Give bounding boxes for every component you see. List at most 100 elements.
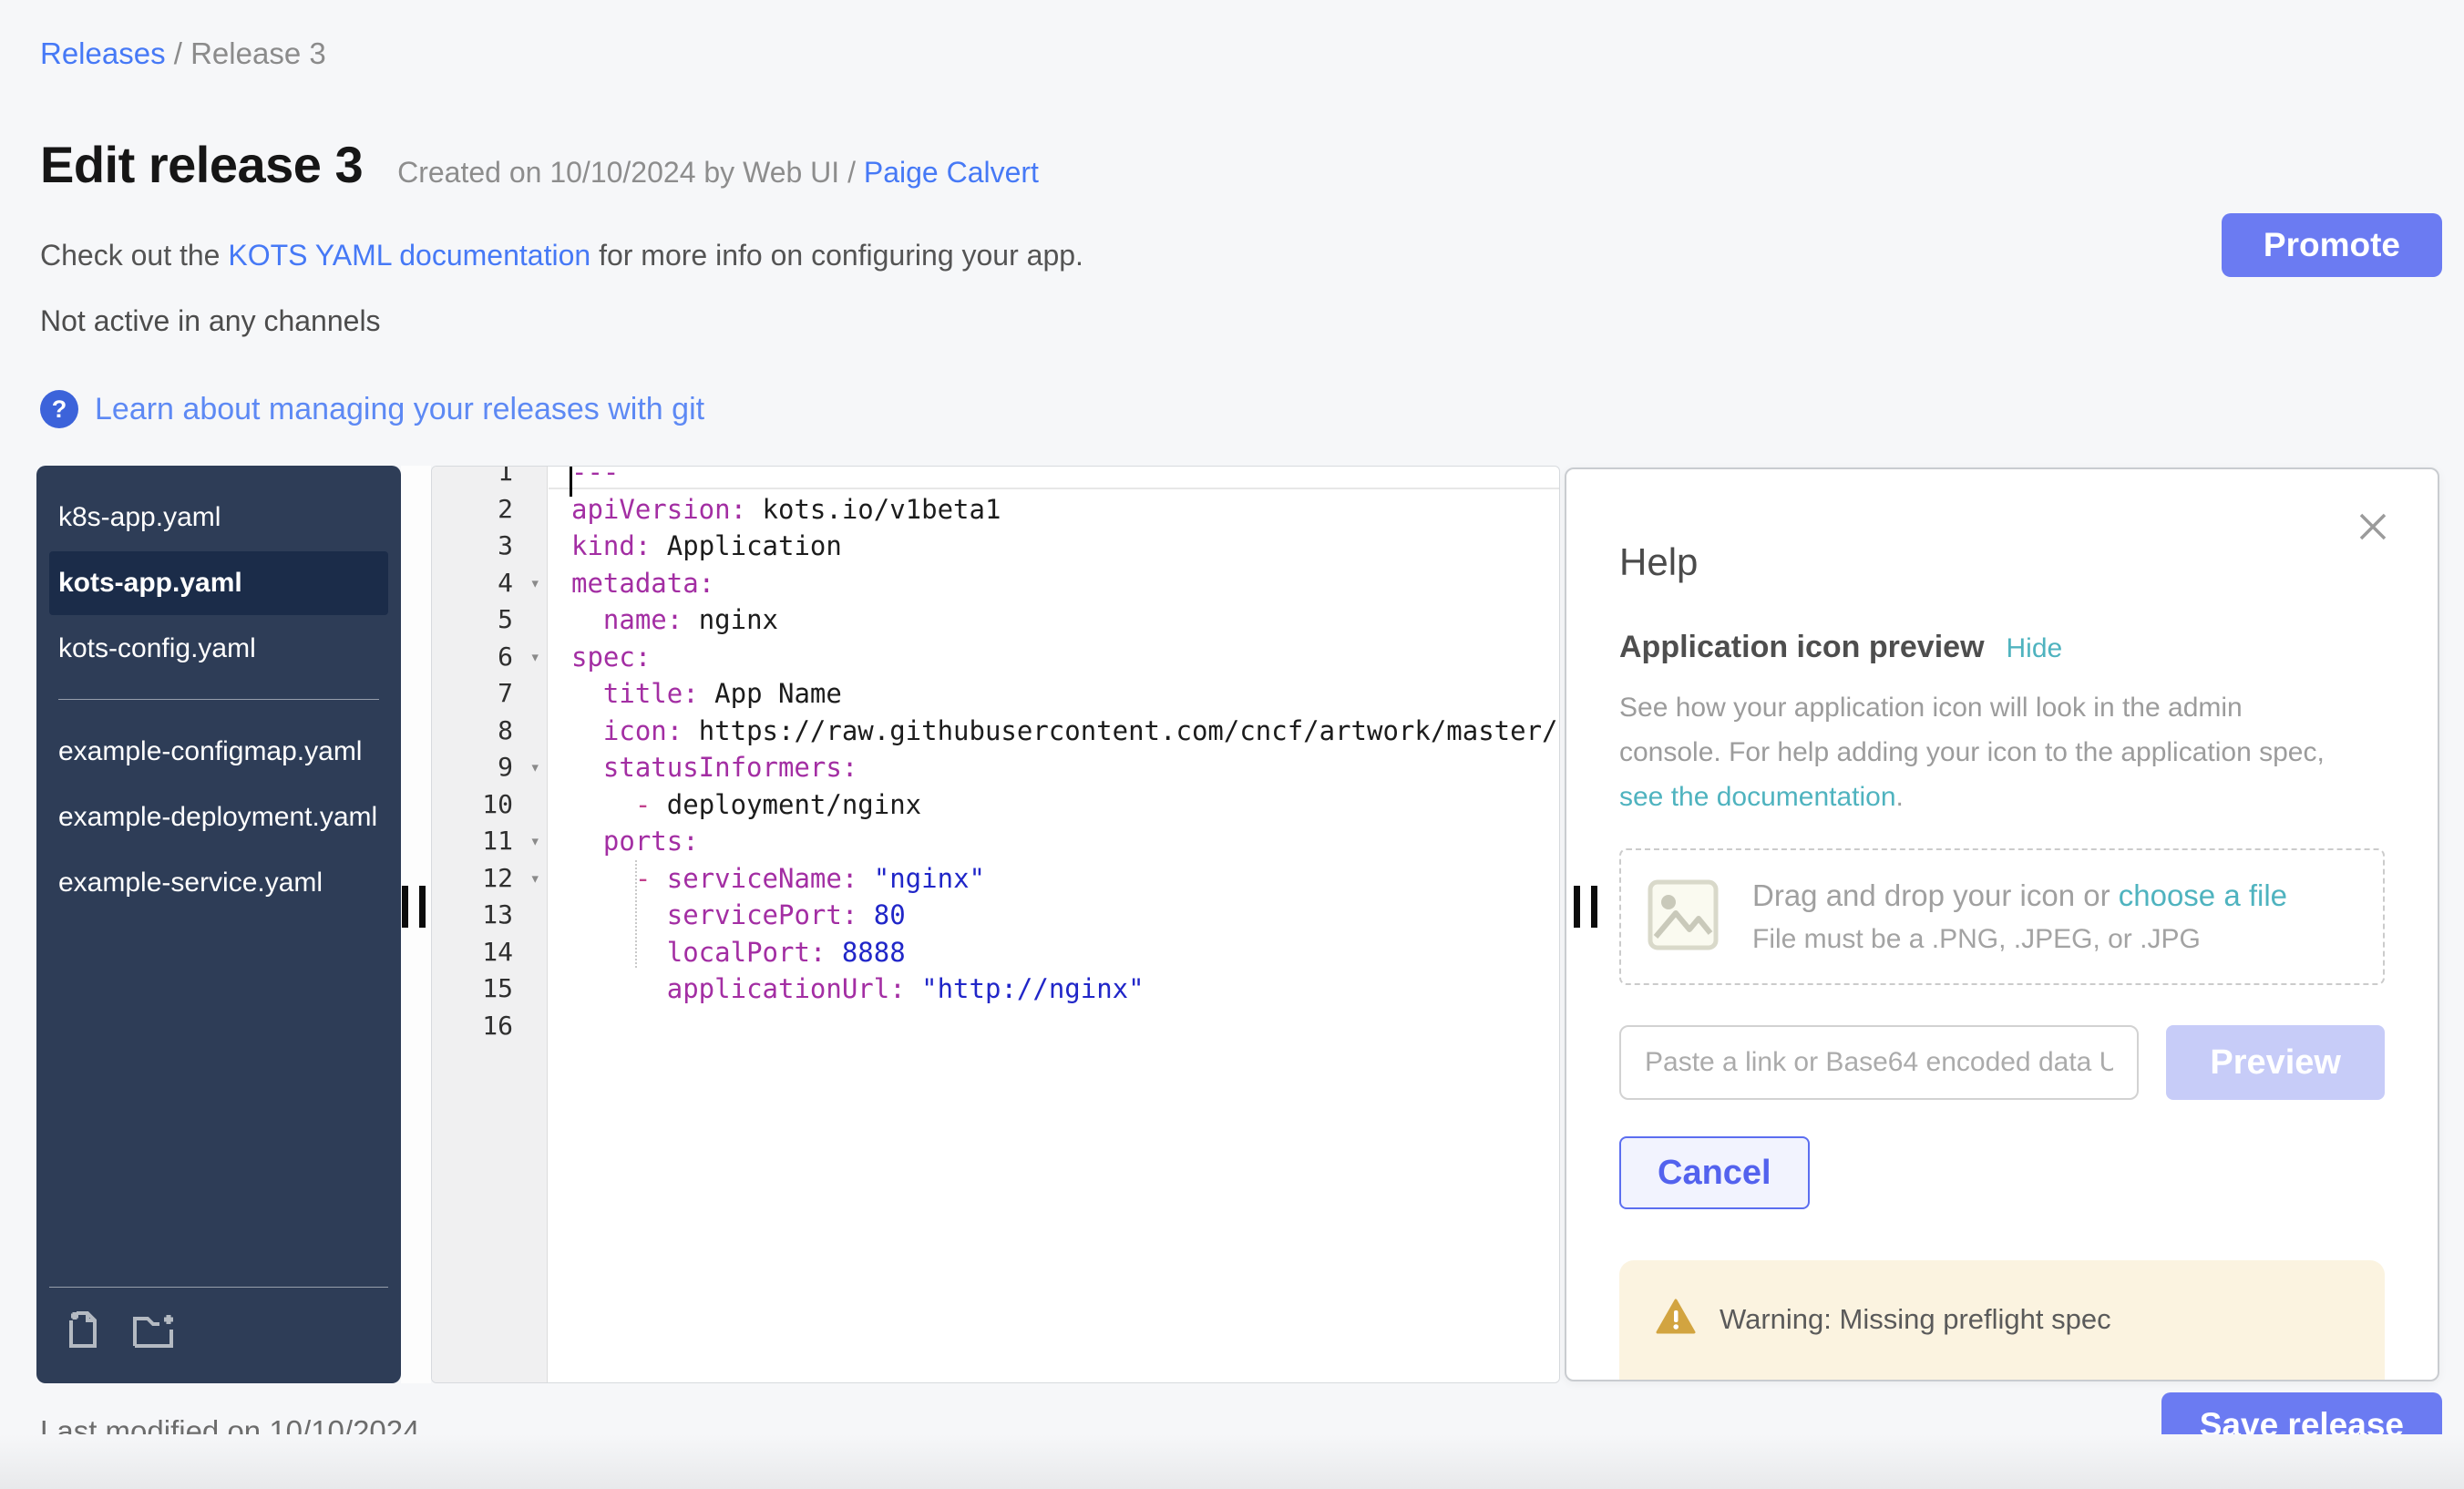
- line-number: 1: [432, 466, 548, 491]
- code-text: [548, 1008, 571, 1045]
- code-line-6[interactable]: 6▾spec:: [432, 639, 1559, 676]
- indent-guide: [635, 860, 637, 968]
- created-text: Created on 10/10/2024 by Web UI /: [397, 156, 864, 189]
- code-text: spec:: [548, 639, 651, 676]
- docs-line-after: for more info on configuring your app.: [590, 239, 1083, 272]
- code-line-15[interactable]: 15 applicationUrl: "http://nginx": [432, 970, 1559, 1008]
- warning-title: Warning: Missing preflight spec: [1720, 1303, 2111, 1336]
- code-line-12[interactable]: 12▾ - serviceName: "nginx": [432, 860, 1559, 898]
- help-resize-handle[interactable]: [1574, 886, 1580, 928]
- line-number: 12▾: [432, 860, 548, 898]
- icon-link-row: Preview: [1619, 1025, 2385, 1100]
- line-number: 16: [432, 1008, 548, 1045]
- git-help-link[interactable]: ? Learn about managing your releases wit…: [40, 390, 704, 428]
- preview-button[interactable]: Preview: [2166, 1025, 2385, 1100]
- code-area: 1---2apiVersion: kots.io/v1beta13kind: A…: [432, 466, 1559, 1044]
- fold-arrow-icon[interactable]: ▾: [530, 823, 540, 860]
- file-list: k8s-app.yamlkots-app.yamlkots-config.yam…: [36, 466, 401, 915]
- sidebar-file-kots-config.yaml[interactable]: kots-config.yaml: [49, 617, 388, 681]
- line-number: 11▾: [432, 823, 548, 860]
- line-number: 8: [432, 713, 548, 750]
- dropzone-text: Drag and drop your icon or: [1752, 878, 2119, 912]
- code-line-7[interactable]: 7 title: App Name: [432, 675, 1559, 713]
- line-number: 9▾: [432, 749, 548, 786]
- sidebar-file-example-service.yaml[interactable]: example-service.yaml: [49, 851, 388, 915]
- sidebar-divider: [58, 699, 379, 700]
- code-line-10[interactable]: 10 - deployment/nginx: [432, 786, 1559, 824]
- fold-arrow-icon[interactable]: ▾: [530, 639, 540, 676]
- code-text: title: App Name: [548, 675, 842, 713]
- sidebar-file-k8s-app.yaml[interactable]: k8s-app.yaml: [49, 486, 388, 549]
- dropzone-texts: Drag and drop your icon or choose a file…: [1752, 878, 2287, 955]
- question-icon: ?: [40, 390, 78, 428]
- code-line-9[interactable]: 9▾ statusInformers:: [432, 749, 1559, 786]
- code-line-3[interactable]: 3kind: Application: [432, 528, 1559, 565]
- kots-yaml-docs-link[interactable]: KOTS YAML documentation: [228, 239, 590, 272]
- code-text: ---: [548, 466, 619, 491]
- sidebar-resize-handle[interactable]: [402, 886, 408, 928]
- help-resize-handle[interactable]: [1591, 886, 1597, 928]
- line-number: 10: [432, 786, 548, 824]
- line-number: 5: [432, 601, 548, 639]
- code-line-5[interactable]: 5 name: nginx: [432, 601, 1559, 639]
- line-number: 2: [432, 491, 548, 529]
- save-release-button[interactable]: Save release: [2161, 1392, 2442, 1458]
- breadcrumb-current: Release 3: [190, 36, 326, 70]
- fold-arrow-icon[interactable]: ▾: [530, 860, 540, 898]
- fold-arrow-icon[interactable]: ▾: [530, 749, 540, 786]
- title-row: Edit release 3 Created on 10/10/2024 by …: [40, 135, 1039, 194]
- code-text: name: nginx: [548, 601, 778, 639]
- line-number: 3: [432, 528, 548, 565]
- cancel-button[interactable]: Cancel: [1619, 1136, 1810, 1209]
- sidebar-file-example-deployment.yaml[interactable]: example-deployment.yaml: [49, 786, 388, 849]
- line-number: 13: [432, 897, 548, 934]
- sidebar-footer: [49, 1287, 388, 1383]
- code-text: kind: Application: [548, 528, 842, 565]
- app-icon-preview-title: Application icon preview: [1619, 630, 1985, 665]
- page-title: Edit release 3: [40, 135, 363, 194]
- yaml-editor[interactable]: 1---2apiVersion: kots.io/v1beta13kind: A…: [431, 466, 1560, 1383]
- icon-link-input[interactable]: [1619, 1025, 2139, 1100]
- see-documentation-link[interactable]: see the documentation: [1619, 782, 1896, 812]
- code-text: icon: https://raw.githubusercontent.com/…: [548, 713, 1558, 750]
- code-text: - serviceName: "nginx": [548, 860, 985, 898]
- author-link[interactable]: Paige Calvert: [864, 156, 1039, 189]
- code-text: metadata:: [548, 565, 714, 602]
- code-text: - deployment/nginx: [548, 786, 921, 824]
- code-line-11[interactable]: 11▾ ports:: [432, 823, 1559, 860]
- hide-link[interactable]: Hide: [2007, 633, 2063, 664]
- line-number: 7: [432, 675, 548, 713]
- code-line-1[interactable]: 1---: [432, 466, 1559, 491]
- docs-line: Check out the KOTS YAML documentation fo…: [40, 239, 1083, 272]
- code-text: ports:: [548, 823, 699, 860]
- text-cursor: [570, 467, 572, 497]
- help-paragraph: See how your application icon will look …: [1619, 685, 2348, 819]
- preflight-warning-box: Warning: Missing preflight spec Warning …: [1619, 1260, 2385, 1381]
- sidebar-file-kots-app.yaml[interactable]: kots-app.yaml: [49, 551, 388, 615]
- promote-button[interactable]: Promote: [2222, 213, 2442, 277]
- add-file-icon[interactable]: [60, 1308, 104, 1356]
- close-icon[interactable]: [2356, 509, 2390, 549]
- last-modified-text: Last modified on 10/10/2024: [40, 1414, 419, 1449]
- add-folder-icon[interactable]: [129, 1308, 177, 1356]
- fold-arrow-icon[interactable]: ▾: [530, 565, 540, 602]
- code-line-13[interactable]: 13 servicePort: 80: [432, 897, 1559, 934]
- code-line-14[interactable]: 14 localPort: 8888: [432, 934, 1559, 971]
- code-line-2[interactable]: 2apiVersion: kots.io/v1beta1: [432, 491, 1559, 529]
- channel-status: Not active in any channels: [40, 304, 381, 338]
- docs-line-before: Check out the: [40, 239, 228, 272]
- code-line-16[interactable]: 16: [432, 1008, 1559, 1045]
- breadcrumb: Releases / Release 3: [40, 36, 326, 71]
- warning-icon: [1656, 1299, 1696, 1340]
- dropzone-subtext: File must be a .PNG, .JPEG, or .JPG: [1752, 924, 2287, 955]
- sidebar-file-example-configmap.yaml[interactable]: example-configmap.yaml: [49, 720, 388, 784]
- choose-file-link[interactable]: choose a file: [2119, 878, 2287, 912]
- help-title: Help: [1619, 540, 2385, 584]
- git-help-label: Learn about managing your releases with …: [95, 392, 704, 427]
- file-sidebar: k8s-app.yamlkots-app.yamlkots-config.yam…: [36, 466, 401, 1383]
- code-line-4[interactable]: 4▾metadata:: [432, 565, 1559, 602]
- breadcrumb-releases-link[interactable]: Releases: [40, 36, 166, 70]
- icon-dropzone[interactable]: Drag and drop your icon or choose a file…: [1619, 848, 2385, 985]
- sidebar-resize-handle[interactable]: [419, 886, 426, 928]
- code-line-8[interactable]: 8 icon: https://raw.githubusercontent.co…: [432, 713, 1559, 750]
